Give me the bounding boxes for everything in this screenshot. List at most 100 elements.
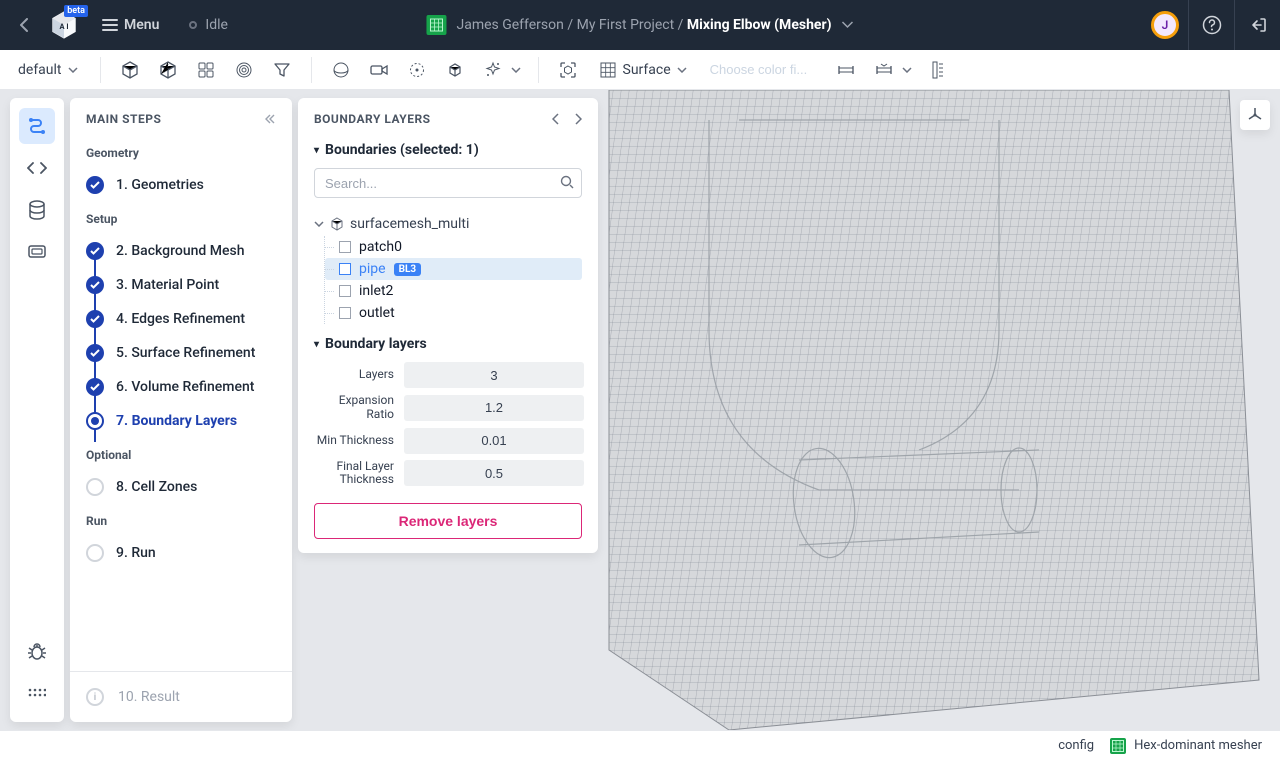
patch-icon (339, 263, 351, 275)
view-contour-button[interactable] (229, 55, 259, 85)
fit-view-button[interactable] (553, 55, 583, 85)
props-next-button[interactable] (575, 113, 582, 125)
dot-grid-icon (28, 688, 46, 700)
breadcrumb-dropdown[interactable] (842, 21, 854, 29)
back-button[interactable] (12, 18, 36, 32)
rail-monitor-button[interactable] (19, 234, 55, 270)
boundaries-search-input[interactable] (314, 168, 582, 198)
view-cube-wire-button[interactable] (153, 55, 183, 85)
boundaries-tree: surfacemesh_multi patch0 pipeBL3 inlet2 … (314, 212, 582, 324)
fit-icon (558, 60, 578, 80)
state-indicator: Idle (189, 17, 228, 33)
state-label: Idle (205, 17, 228, 33)
state-dot-icon (189, 21, 197, 29)
help-button[interactable] (1188, 0, 1234, 50)
param-final-label: Final Layer Thickness (314, 460, 394, 488)
legend-button[interactable] (923, 55, 953, 85)
param-expansion-input[interactable] (404, 395, 584, 421)
step-cell-zones[interactable]: 8. Cell Zones (82, 470, 280, 504)
sphere-icon (332, 61, 350, 79)
step-boundary-layers[interactable]: 7. Boundary Layers (82, 404, 280, 438)
hamburger-icon (102, 18, 118, 32)
main-steps-title: MAIN STEPS (86, 112, 161, 126)
block-button[interactable] (440, 55, 470, 85)
axis-orientation-button[interactable] (1240, 100, 1270, 130)
properties-title: BOUNDARY LAYERS (314, 112, 431, 126)
result-label: 10. Result (118, 689, 180, 705)
step-volume-refinement[interactable]: 6. Volume Refinement (82, 370, 280, 404)
color-field-selector[interactable] (703, 56, 823, 84)
exit-button[interactable] (1234, 0, 1280, 50)
rail-steps-button[interactable] (19, 108, 55, 144)
exit-icon (1248, 15, 1268, 35)
collapse-main-steps[interactable] (264, 114, 276, 124)
tree-item-inlet2[interactable]: inlet2 (325, 280, 582, 302)
step-pending-icon (86, 478, 104, 496)
mesher-app-icon (426, 15, 446, 35)
menu-button[interactable]: Menu (102, 17, 159, 33)
props-prev-button[interactable] (552, 113, 559, 125)
step-label: 7. Boundary Layers (116, 413, 237, 429)
rail-grid-button[interactable] (19, 676, 55, 712)
step-background-mesh[interactable]: 2. Background Mesh (82, 234, 280, 268)
tree-item-outlet[interactable]: outlet (325, 302, 582, 324)
view-shading-button[interactable] (326, 55, 356, 85)
top-right-controls: J (1142, 0, 1280, 50)
view-filter-button[interactable] (267, 55, 297, 85)
surface-mode-selector[interactable]: Surface (591, 57, 695, 83)
account-avatar[interactable]: J (1142, 0, 1188, 50)
schema-selector[interactable]: default (10, 58, 86, 82)
schema-label: default (18, 62, 62, 78)
magic-button[interactable] (478, 55, 508, 85)
patch-icon (339, 307, 351, 319)
step-geometries[interactable]: 1. Geometries (82, 168, 280, 202)
view-cube-solid-button[interactable] (115, 55, 145, 85)
step-material-point[interactable]: 3. Material Point (82, 268, 280, 302)
camera-icon (370, 63, 388, 77)
group-run: Run (86, 514, 276, 528)
beta-badge: beta (64, 5, 88, 17)
status-config[interactable]: config (1058, 738, 1094, 753)
camera-button[interactable] (364, 55, 394, 85)
tree-item-patch0[interactable]: patch0 (325, 236, 582, 258)
step-surface-refinement[interactable]: 5. Surface Refinement (82, 336, 280, 370)
param-final-input[interactable] (404, 460, 584, 486)
step-result[interactable]: i 10. Result (70, 671, 292, 722)
tree-root[interactable]: surfacemesh_multi (314, 212, 582, 236)
rotate-button[interactable] (402, 55, 432, 85)
range-map-dropdown[interactable] (899, 55, 915, 85)
route-icon (27, 116, 47, 136)
main-steps-panel: MAIN STEPS Geometry 1. Geometries Setup … (70, 98, 292, 722)
param-minthick-input[interactable] (404, 428, 584, 454)
group-setup: Setup (86, 212, 276, 226)
bug-icon (27, 642, 47, 662)
step-label: 2. Background Mesh (116, 243, 245, 259)
filter-icon (274, 62, 290, 78)
rail-data-button[interactable] (19, 192, 55, 228)
step-edges-refinement[interactable]: 4. Edges Refinement (82, 302, 280, 336)
view-modules-button[interactable] (191, 55, 221, 85)
param-layers-input[interactable] (404, 362, 584, 388)
rail-debug-button[interactable] (19, 634, 55, 670)
tree-item-pipe[interactable]: pipeBL3 (325, 258, 582, 280)
step-label: 3. Material Point (116, 277, 219, 293)
range-map-button[interactable] (869, 55, 899, 85)
remove-layers-button[interactable]: Remove layers (314, 503, 582, 539)
breadcrumb-text[interactable]: James Gefferson / My First Project / Mix… (456, 17, 831, 33)
range-button[interactable] (831, 55, 861, 85)
viewport-3d[interactable] (598, 90, 1280, 730)
axis-icon (1246, 106, 1264, 124)
properties-panel: BOUNDARY LAYERS Boundaries (selected: 1)… (298, 98, 598, 553)
grid4-icon (197, 61, 215, 79)
range-icon (836, 63, 856, 77)
step-done-icon (86, 176, 104, 194)
app-logo[interactable]: A I beta (46, 7, 82, 43)
chevron-left-icon (552, 113, 559, 125)
tree-root-label: surfacemesh_multi (350, 216, 469, 232)
rail-code-button[interactable] (19, 150, 55, 186)
magic-dropdown[interactable] (508, 55, 524, 85)
bl-section-header[interactable]: Boundary layers (298, 330, 598, 358)
boundaries-section-header[interactable]: Boundaries (selected: 1) (298, 136, 598, 164)
top-bar: A I beta Menu Idle James Gefferson / My … (0, 0, 1280, 50)
step-run[interactable]: 9. Run (82, 536, 280, 570)
